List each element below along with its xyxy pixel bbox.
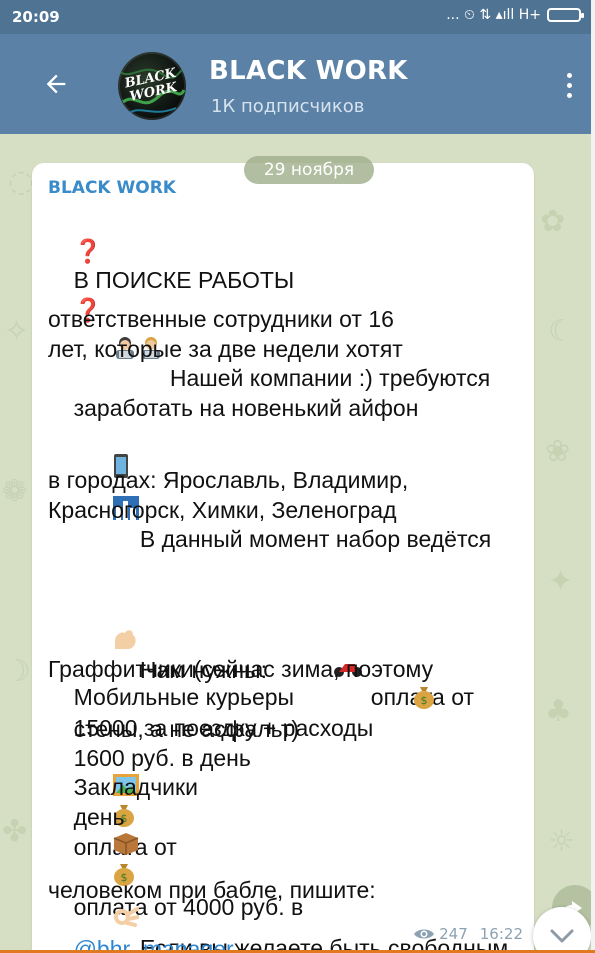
message-time: 16:22 [479,925,523,943]
message-text: день [73,803,125,830]
doodle-pattern: ◌ [8,164,35,199]
edge-strip [591,0,595,953]
question-mark-icon: ❓ [73,237,103,264]
channel-avatar[interactable]: BLACK WORK [118,52,186,120]
battery-icon [547,8,584,22]
telegram-screen: 20:09 ... ⏲ ⇅ ▴ıll H+ BLACK WORK BLACK W… [0,0,595,953]
message-text: человеком при бабле, пишите: [48,877,376,903]
channel-title[interactable]: BLACK WORK [209,56,408,86]
more-options-button[interactable] [559,67,579,103]
three-dots-vertical-icon [566,72,572,78]
back-button[interactable] [38,66,74,102]
eye-icon [414,929,435,939]
status-bar: 20:09 ... ⏲ ⇅ ▴ıll H+ [0,0,591,34]
chat-header: BLACK WORK BLACK WORK 1К подписчиков [0,34,591,134]
message-sender[interactable]: BLACK WORK [48,178,176,198]
message-text: в городах: Ярославль, Владимир, [48,467,409,493]
message-meta: 247 16:22 [413,925,523,943]
arrow-left-icon [46,74,66,94]
chevron-down-icon [550,929,574,943]
date-separator: 29 ноября [244,156,374,184]
message-text: заработать на новенький айфон [73,394,419,421]
subscriber-count: 1К подписчиков [211,96,365,117]
scroll-down-button[interactable] [533,907,591,953]
status-icons: ... ⏲ ⇅ ▴ıll H+ [446,7,584,23]
message-text: лет, которые за две недели хотят [48,336,403,362]
status-indicators: ... ⏲ ⇅ ▴ıll H+ [446,7,541,23]
view-count: 247 [439,925,468,943]
status-time: 20:09 [12,8,60,26]
message-text: ответственные сотрудники от 16 [48,306,394,332]
message-text: Граффитчики(сейчас зима, поэтому [48,656,434,682]
message-text: Красногорск, Химки, Зеленоград [48,497,397,523]
message-text: В данный момент набор ведётся [139,525,492,552]
